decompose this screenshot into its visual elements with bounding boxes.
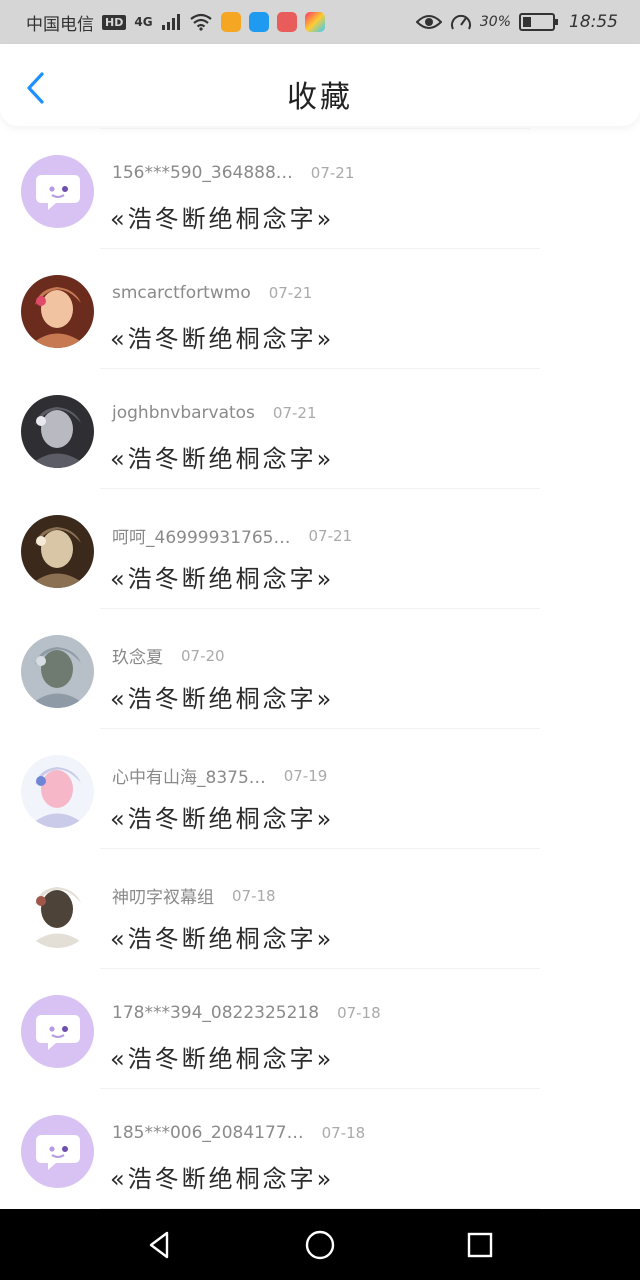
home-circle-icon (305, 1230, 335, 1259)
avatar-photo (21, 755, 94, 828)
username[interactable]: smcarctfortwmo (112, 283, 251, 303)
avatar-photo (21, 635, 94, 708)
avatar-photo (21, 515, 94, 588)
status-bar: 中国电信 HD 4G 30% 18:55 (0, 0, 640, 44)
username[interactable]: 156***590_364888… (112, 163, 293, 183)
avatar-default-chat[interactable] (21, 1115, 94, 1188)
eye-icon (415, 15, 442, 29)
news-app-icon (276, 12, 297, 32)
chat-bubble-icon (35, 1014, 80, 1050)
quote-text[interactable]: «浩冬断绝桐念字» (110, 199, 334, 234)
username[interactable]: 神叨字衩幕组 (112, 883, 214, 908)
favorites-list: 156***590_364888… 07-21 «浩冬断绝桐念字» smcarc… (0, 128, 640, 1209)
avatar-photo-anime-boy[interactable] (21, 875, 94, 948)
nav-back-button[interactable] (130, 1215, 190, 1275)
header: 收藏 (0, 44, 640, 126)
quote-text[interactable]: «浩冬断绝桐念字» (110, 919, 334, 954)
date: 07-18 (232, 886, 276, 905)
avatar-default-chat[interactable] (21, 155, 94, 228)
wifi-icon (189, 13, 212, 31)
status-left: 中国电信 HD 4G (26, 10, 325, 35)
favorite-item[interactable]: 178***394_0822325218 07-18 «浩冬断绝桐念字» (0, 969, 640, 1089)
quote-text[interactable]: «浩冬断绝桐念字» (110, 679, 334, 714)
status-time: 18:55 (569, 12, 618, 32)
avatar-photo-beach[interactable] (21, 635, 94, 708)
item-meta: 心中有山海_8375… 07-19 (112, 763, 328, 789)
back-triangle-icon (149, 1231, 169, 1258)
avatar-photo-anime[interactable] (21, 515, 94, 588)
item-meta: 神叨字衩幕组 07-18 (112, 883, 276, 909)
favorite-item[interactable]: 185***006_2084177… 07-18 «浩冬断绝桐念字» (0, 1089, 640, 1209)
battery-icon (519, 13, 558, 31)
avatar-photo-girl[interactable] (21, 275, 94, 348)
recents-square-icon (467, 1232, 493, 1257)
username[interactable]: 心中有山海_8375… (112, 763, 266, 788)
username[interactable]: 玖念夏 (112, 643, 163, 668)
item-meta: 185***006_2084177… 07-18 (112, 1123, 365, 1143)
favorite-item[interactable]: smcarctfortwmo 07-21 «浩冬断绝桐念字» (0, 249, 640, 369)
date: 07-21 (268, 284, 313, 302)
quote-text[interactable]: «浩冬断绝桐念字» (110, 1039, 334, 1074)
avatar-photo-couple[interactable] (21, 395, 94, 468)
network-type: 4G (134, 15, 153, 29)
item-meta: joghbnvbarvatos 07-21 (112, 403, 317, 423)
system-nav-bar (0, 1209, 640, 1280)
favorite-item[interactable]: 156***590_364888… 07-21 «浩冬断绝桐念字» (0, 129, 640, 249)
signal-icon (161, 14, 180, 30)
avatar-photo (21, 275, 94, 348)
quote-text[interactable]: «浩冬断绝桐念字» (110, 319, 334, 354)
quote-text[interactable]: «浩冬断绝桐念字» (110, 799, 334, 834)
date: 07-19 (283, 766, 328, 785)
quote-text[interactable]: «浩冬断绝桐念字» (110, 439, 334, 474)
avatar-photo (21, 395, 94, 468)
speed-icon (450, 14, 471, 30)
favorite-item[interactable]: joghbnvbarvatos 07-21 «浩冬断绝桐念字» (0, 369, 640, 489)
favorite-item[interactable]: 玖念夏 07-20 «浩冬断绝桐念字» (0, 609, 640, 729)
carrier-label: 中国电信 (26, 14, 94, 35)
item-meta: 呵呵_46999931765… 07-21 (112, 523, 353, 549)
page-title: 收藏 (287, 80, 353, 115)
favorite-item[interactable]: 神叨字衩幕组 07-18 «浩冬断绝桐念字» (0, 849, 640, 969)
item-meta: smcarctfortwmo 07-21 (112, 283, 312, 303)
username[interactable]: 178***394_0822325218 (112, 1003, 319, 1023)
avatar-photo (21, 875, 94, 948)
date: 07-18 (337, 1004, 381, 1022)
item-meta: 156***590_364888… 07-21 (112, 163, 354, 183)
username[interactable]: joghbnvbarvatos (112, 403, 255, 423)
username[interactable]: 呵呵_46999931765… (112, 523, 290, 548)
hd-badge: HD (102, 14, 127, 30)
store-app-icon (304, 12, 325, 32)
date: 07-21 (272, 404, 317, 422)
date: 07-21 (310, 164, 355, 182)
username[interactable]: 185***006_2084177… (112, 1123, 304, 1143)
nav-home-button[interactable] (290, 1215, 350, 1275)
avatar-photo-anime-girl[interactable] (21, 755, 94, 828)
chat-bubble-icon (35, 174, 80, 210)
video-app-icon (220, 12, 241, 32)
date: 07-20 (181, 646, 225, 665)
favorite-item[interactable]: 心中有山海_8375… 07-19 «浩冬断绝桐念字» (0, 729, 640, 849)
date: 07-18 (321, 1124, 366, 1142)
status-right: 30% 18:55 (415, 12, 618, 32)
favorite-item[interactable]: 呵呵_46999931765… 07-21 «浩冬断绝桐念字» (0, 489, 640, 609)
nav-recents-button[interactable] (450, 1215, 510, 1275)
chat-bubble-icon (35, 1134, 80, 1170)
search-app-icon (248, 12, 269, 32)
quote-text[interactable]: «浩冬断绝桐念字» (110, 559, 334, 594)
date: 07-21 (308, 526, 353, 545)
item-meta: 178***394_0822325218 07-18 (112, 1003, 381, 1023)
quote-text[interactable]: «浩冬断绝桐念字» (110, 1159, 334, 1194)
item-meta: 玖念夏 07-20 (112, 643, 225, 669)
avatar-default-chat[interactable] (21, 995, 94, 1068)
battery-percent: 30% (479, 14, 511, 30)
